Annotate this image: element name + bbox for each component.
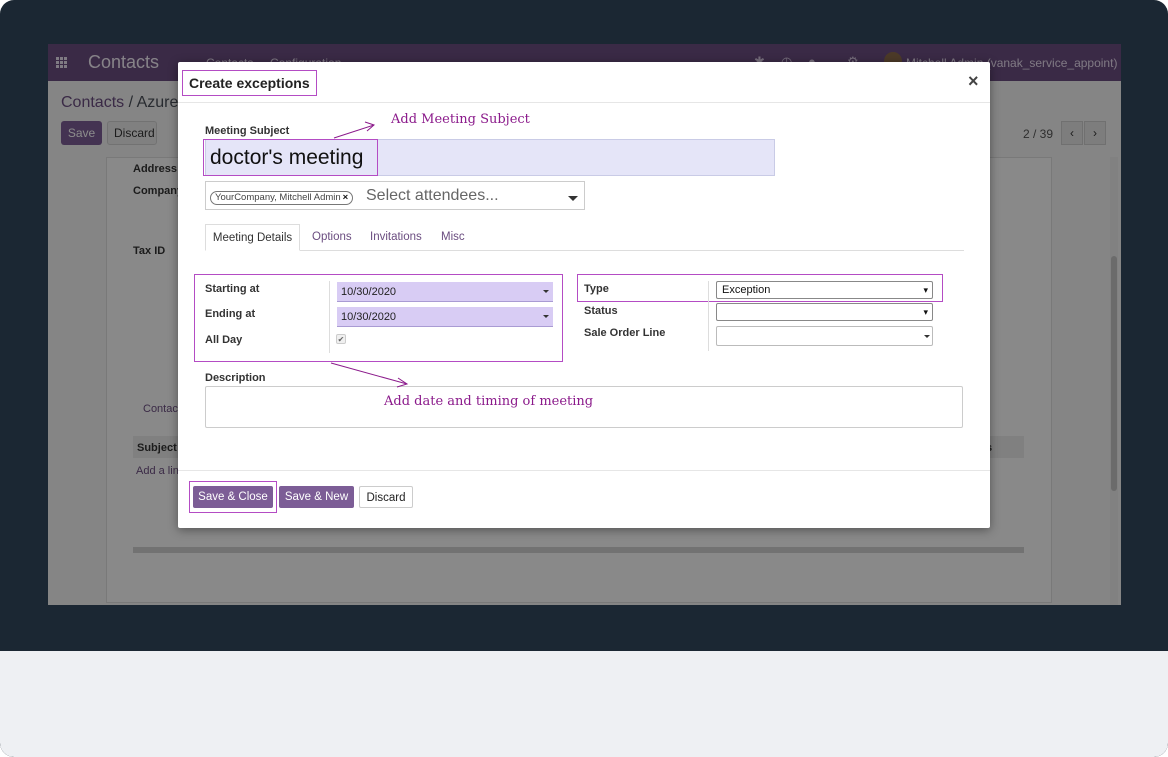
datetime-annotation: Add date and timing of meeting (384, 394, 594, 409)
subject-arrow-line (333, 124, 375, 139)
subject-annotation: Add Meeting Subject (391, 112, 530, 127)
datetime-arrow-line (330, 362, 408, 385)
annotation-arrows (330, 121, 409, 388)
